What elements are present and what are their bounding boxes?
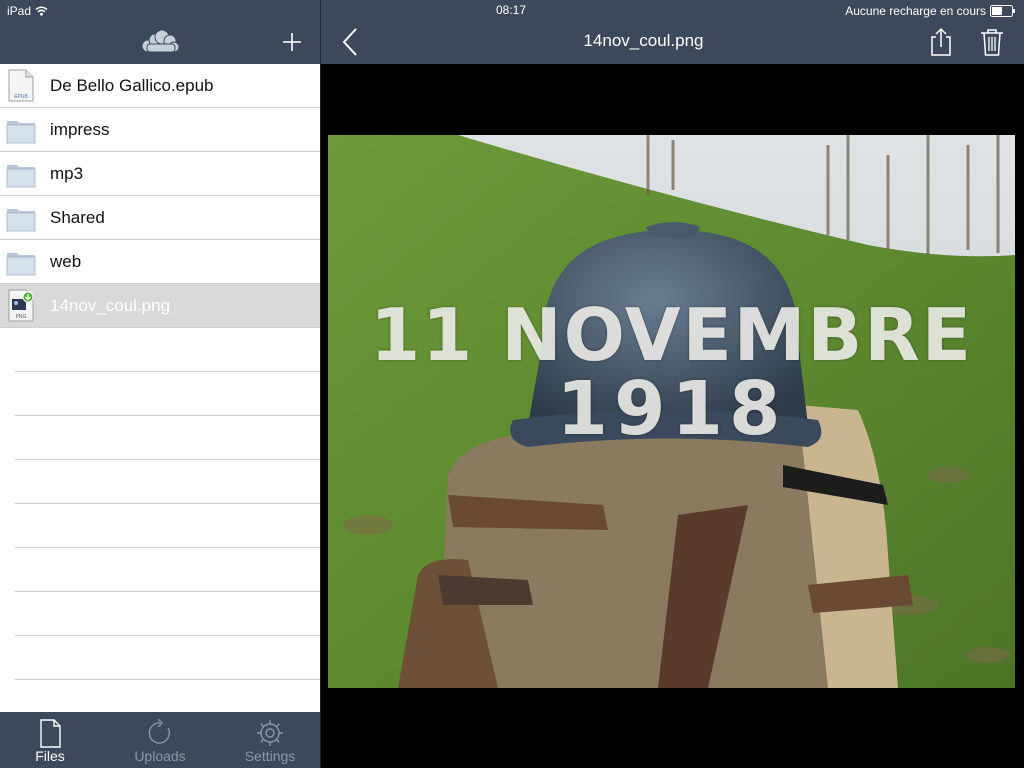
caption-line-1: 11 NOVEMBRE [370,293,973,377]
refresh-icon [148,718,171,744]
chevron-left-icon [342,28,357,56]
epub-file-icon: EPUB [8,69,34,102]
file-list: EPUB De Bello Gallico.epub impress mp3 S… [0,64,320,328]
file-browser-navbar: iPad [0,0,320,64]
owncloud-logo-icon [140,28,180,56]
list-item-folder[interactable]: mp3 [0,152,320,196]
battery-icon [990,5,1015,17]
caption-line-2: 1918 [556,366,787,452]
back-button[interactable] [339,26,363,58]
image-preview: 11 NOVEMBRE 1918 [328,135,1015,688]
status-bar-left: iPad [7,3,48,19]
png-file-icon: PNG [8,289,34,322]
file-name: De Bello Gallico.epub [50,76,214,95]
trash-icon [981,29,1003,56]
status-time: 08:17 [495,3,527,17]
list-item-epub[interactable]: EPUB De Bello Gallico.epub [0,64,320,108]
charging-status: Aucune recharge en cours [845,4,986,18]
tab-label: Settings [244,748,296,764]
share-button[interactable] [927,27,955,57]
svg-text:EPUB: EPUB [14,94,28,100]
folder-icon [6,121,36,144]
tab-label: Files [35,748,65,764]
list-item-folder[interactable]: impress [0,108,320,152]
tab-bar: Files Uploads Settings [0,712,320,768]
list-item-png-selected[interactable]: PNG 14nov_coul.png [0,284,320,328]
share-icon [931,27,951,56]
tab-files[interactable]: Files [0,712,100,768]
delete-button[interactable] [978,27,1006,57]
folder-name: Shared [50,208,105,227]
wifi-icon [35,6,48,16]
image-caption: 11 NOVEMBRE 1918 [328,295,1015,449]
add-button[interactable] [278,28,306,56]
file-name: 14nov_coul.png [50,296,171,315]
folder-icon [6,209,36,232]
folder-name: mp3 [50,164,84,183]
preview-pane: 08:17 Aucune recharge en cours 14nov_cou… [321,0,1024,768]
tab-uploads[interactable]: Uploads [110,712,210,768]
list-item-folder[interactable]: Shared [0,196,320,240]
folder-icon [6,253,36,276]
svg-text:PNG: PNG [16,314,27,320]
gear-icon [257,720,283,746]
file-browser-pane: iPad EPUB De Bello Gallico.epub impress … [0,0,320,768]
plus-icon [283,33,301,51]
tab-label: Uploads [134,748,186,764]
status-bar-right: Aucune recharge en cours [845,3,1016,19]
device-name: iPad [7,4,32,18]
preview-title: 14nov_coul.png [583,31,704,50]
empty-list-area [0,328,320,712]
file-icon [40,719,61,748]
folder-name: impress [50,120,110,139]
preview-navbar: 08:17 Aucune recharge en cours 14nov_cou… [321,0,1024,64]
list-item-folder[interactable]: web [0,240,320,284]
tab-settings[interactable]: Settings [220,712,320,768]
folder-name: web [50,252,82,271]
folder-icon [6,165,36,188]
